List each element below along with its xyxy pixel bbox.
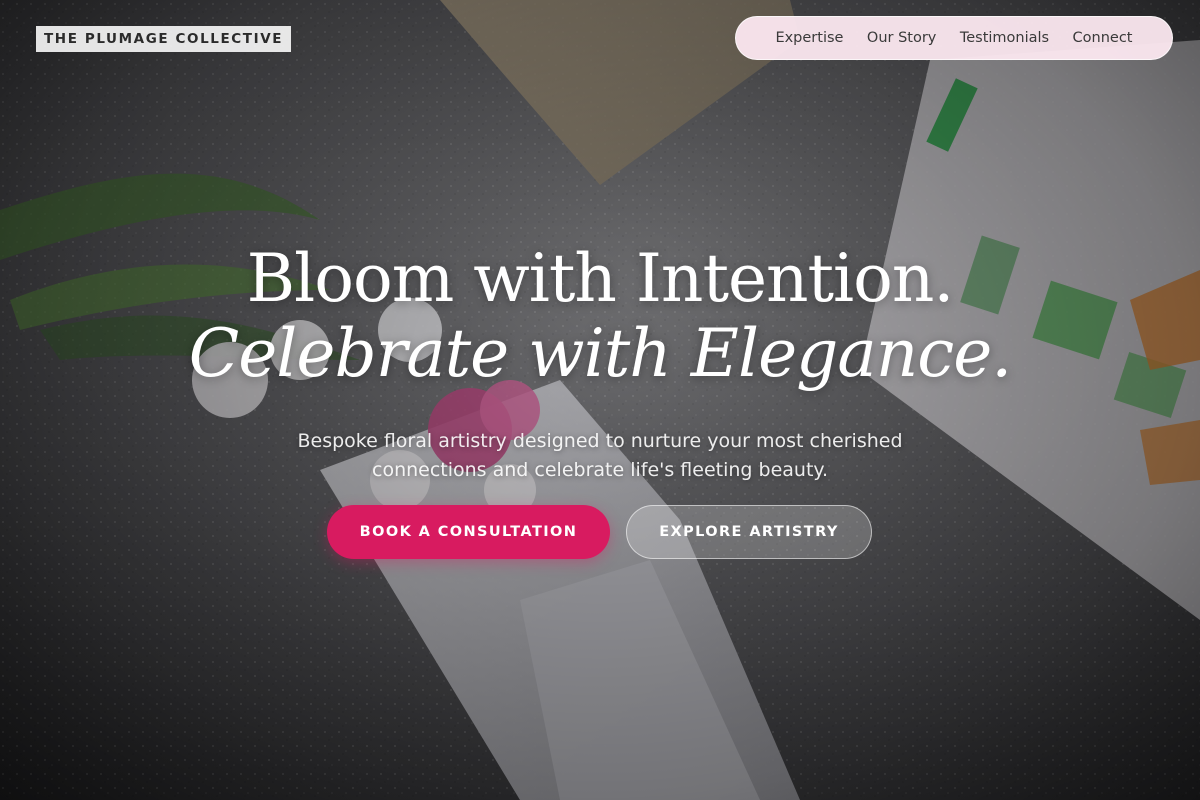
hero-subtitle: Bespoke floral artistry designed to nurt… xyxy=(297,430,903,481)
headline-line-1: Bloom with Intention. xyxy=(246,240,955,317)
nav-item-our-story[interactable]: Our Story xyxy=(867,30,936,46)
nav-item-testimonials[interactable]: Testimonials xyxy=(960,30,1049,46)
hero-headline: Bloom with Intention. Celebrate with Ele… xyxy=(0,240,1200,390)
brand-logo[interactable]: THE PLUMAGE COLLECTIVE xyxy=(36,26,292,52)
book-consultation-button[interactable]: BOOK A CONSULTATION xyxy=(327,505,610,559)
explore-artistry-button[interactable]: EXPLORE ARTISTRY xyxy=(626,505,872,559)
headline-line-2: Celebrate with Elegance. xyxy=(188,315,1013,392)
main-nav: Expertise Our Story Testimonials Connect xyxy=(735,16,1173,60)
dark-overlay xyxy=(0,0,1200,800)
hero-section: THE PLUMAGE COLLECTIVE Expertise Our Sto… xyxy=(0,0,1200,800)
nav-item-connect[interactable]: Connect xyxy=(1073,30,1133,46)
nav-item-expertise[interactable]: Expertise xyxy=(775,30,843,46)
